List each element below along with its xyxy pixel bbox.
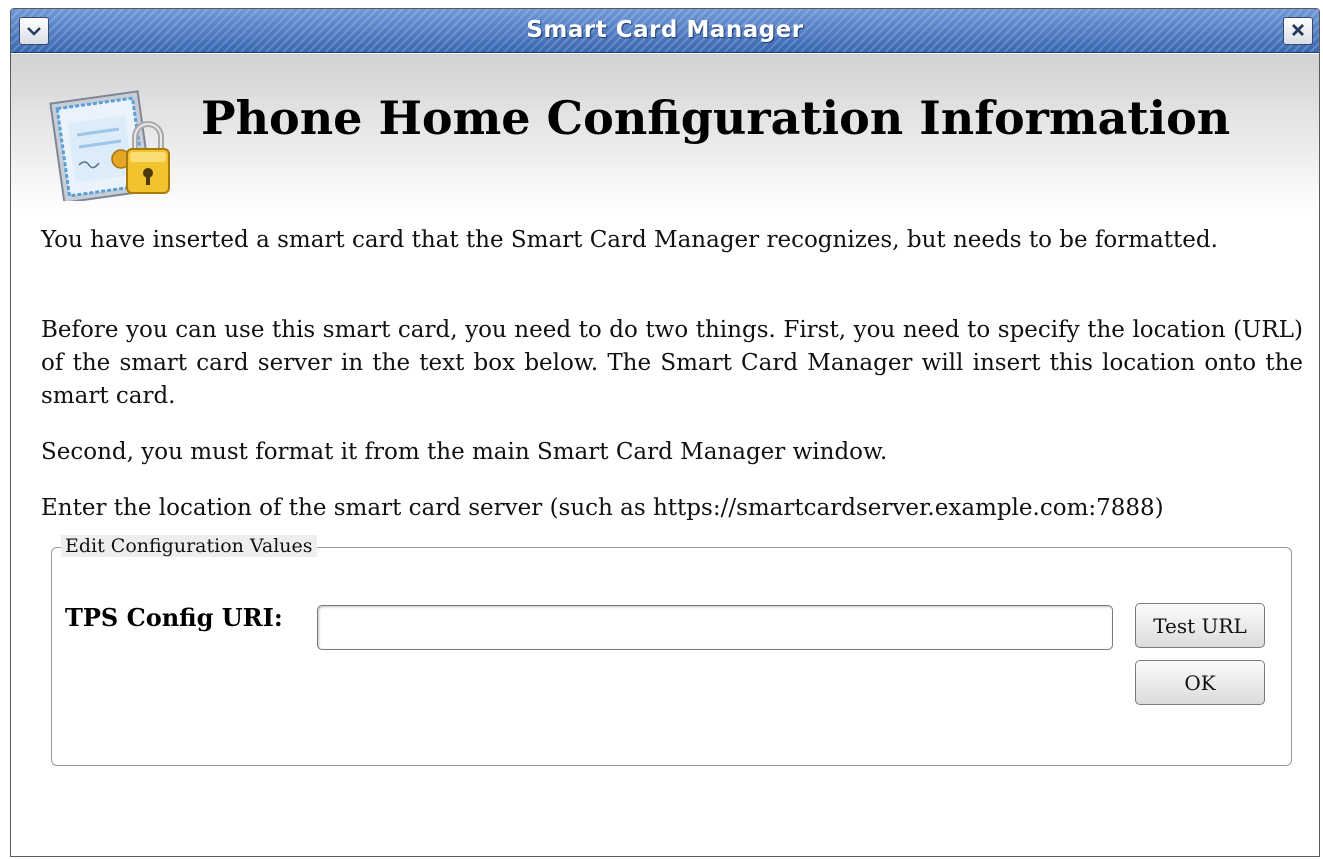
- intro-paragraph: You have inserted a smart card that the …: [41, 227, 1218, 253]
- instructions-paragraph: Before you can use this smart card, you …: [41, 317, 1303, 409]
- edit-configuration-group: [51, 547, 1292, 766]
- window-title: Smart Card Manager: [526, 17, 804, 43]
- page-title: Phone Home Configuration Information: [201, 91, 1231, 145]
- close-icon: [1291, 21, 1305, 42]
- title-bar[interactable]: Smart Card Manager: [11, 9, 1319, 53]
- test-url-button[interactable]: Test URL: [1135, 603, 1265, 648]
- certificate-lock-icon: [49, 83, 171, 204]
- server-location-paragraph: Enter the location of the smart card ser…: [41, 495, 1164, 521]
- ok-button[interactable]: OK: [1135, 660, 1265, 705]
- tps-config-uri-input[interactable]: [317, 605, 1113, 650]
- close-button[interactable]: [1283, 17, 1313, 45]
- smart-card-manager-window: Smart Card Manager Phone Home Configurat…: [10, 8, 1320, 857]
- group-legend: Edit Configuration Values: [61, 535, 317, 557]
- format-paragraph: Second, you must format it from the main…: [41, 439, 888, 465]
- tps-config-uri-label: TPS Config URI:: [65, 603, 283, 632]
